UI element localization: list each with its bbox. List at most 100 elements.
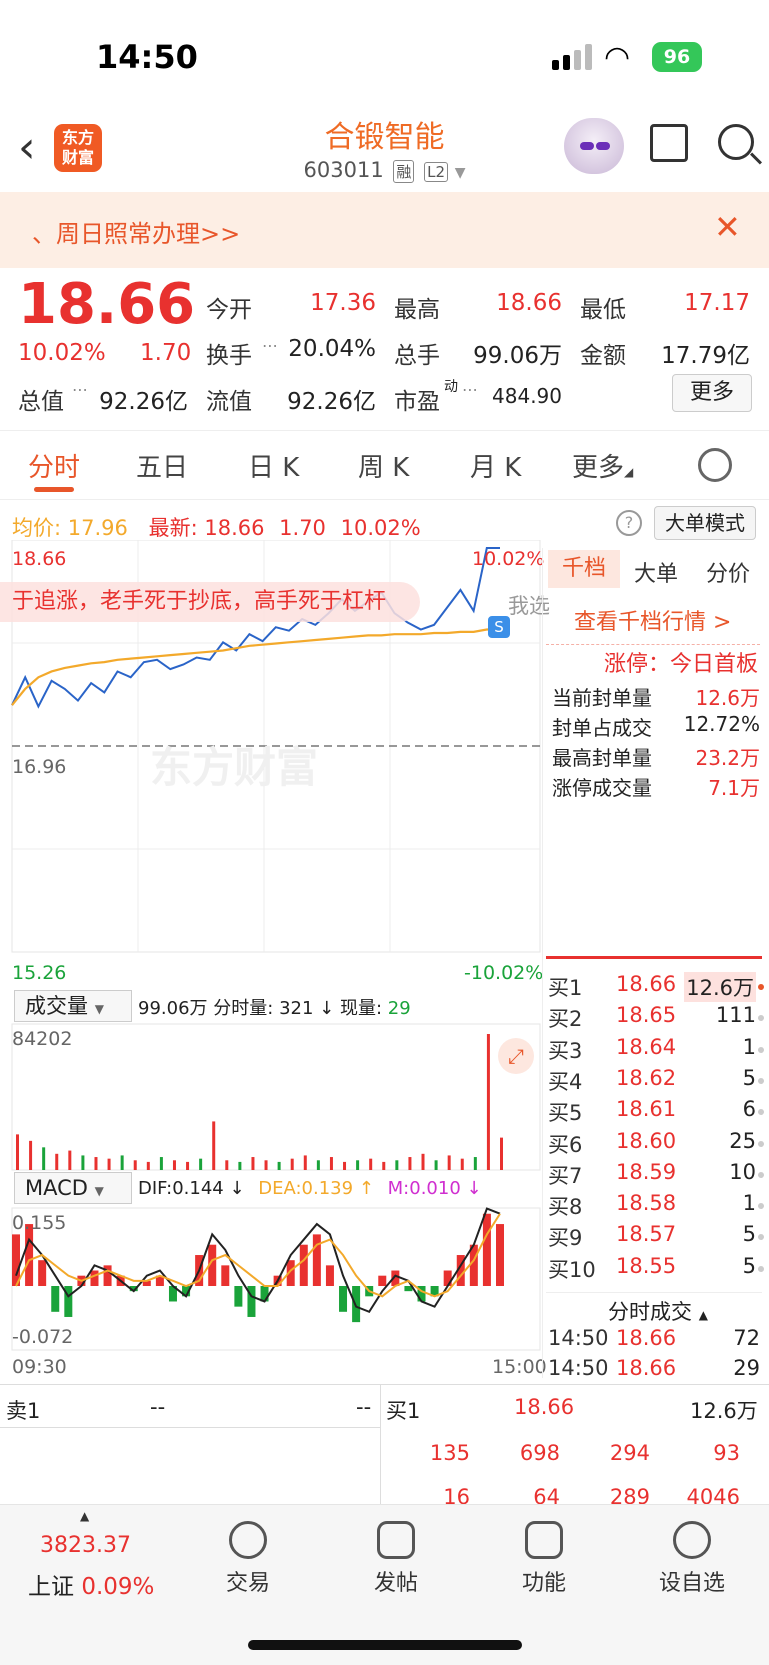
tab-big-order[interactable]: 大单 bbox=[634, 556, 678, 588]
latest-percent: 10.02% bbox=[340, 516, 421, 540]
tab-intraday[interactable]: 分时 bbox=[28, 447, 80, 484]
macd-select[interactable]: MACD ▼ bbox=[14, 1172, 132, 1204]
bid-row[interactable]: 买6 18.60 25 bbox=[548, 1129, 764, 1159]
depth-link[interactable]: 查看千档行情 > bbox=[574, 604, 731, 636]
post-button[interactable]: 发帖 bbox=[346, 1521, 446, 1597]
macd-bar bbox=[352, 1286, 361, 1323]
bid-row[interactable]: 买1 18.66 12.6万 bbox=[548, 972, 764, 1002]
info-icon[interactable]: ⋯ bbox=[262, 336, 278, 355]
more-button[interactable]: 更多 bbox=[672, 374, 752, 412]
volume-bar bbox=[94, 1157, 98, 1170]
volume-bar bbox=[421, 1153, 425, 1170]
bid-price: 18.62 bbox=[616, 1065, 677, 1090]
trade-volume: 29 bbox=[733, 1356, 760, 1380]
macd-bar bbox=[339, 1286, 348, 1312]
macd-bar bbox=[234, 1286, 243, 1307]
macd-bar bbox=[299, 1244, 308, 1286]
tab-five-day[interactable]: 五日 bbox=[136, 447, 188, 484]
expand-icon[interactable]: ⤢ bbox=[498, 1038, 534, 1074]
gear-icon[interactable] bbox=[698, 448, 732, 482]
low-value: 17.17 bbox=[684, 290, 750, 316]
bid-row[interactable]: 买3 18.64 1 bbox=[548, 1035, 764, 1065]
s-marker-icon[interactable]: S bbox=[488, 616, 510, 638]
x-axis-end: 15:00 bbox=[492, 1356, 547, 1378]
notice-text[interactable]: 、周日照常办理>> bbox=[32, 214, 240, 249]
stat-value: 23.2万 bbox=[695, 746, 760, 770]
tab-depth[interactable]: 千档 bbox=[548, 550, 620, 588]
bid-price: 18.55 bbox=[616, 1253, 677, 1278]
volume-bar bbox=[55, 1153, 59, 1170]
bid-label: 买5 bbox=[548, 1101, 583, 1126]
high-label: 最高 bbox=[394, 297, 440, 323]
sell-1-price: -- bbox=[150, 1395, 166, 1419]
index-name[interactable]: 上证 0.09% bbox=[28, 1567, 154, 1601]
bid-row[interactable]: 买5 18.61 6 bbox=[548, 1097, 764, 1127]
mktcap-value: 92.26亿 bbox=[99, 389, 188, 415]
period-tabs: 分时 五日 日 K 周 K 月 K 更多◢ bbox=[0, 430, 769, 500]
bid-volume: 6 bbox=[742, 1097, 756, 1122]
search-icon[interactable] bbox=[718, 124, 754, 160]
tab-daily-k[interactable]: 日 K bbox=[248, 447, 299, 484]
volume-bar bbox=[225, 1160, 229, 1170]
dropdown-icon[interactable]: ▼ bbox=[455, 165, 466, 181]
bid-row[interactable]: 买2 18.65 111 bbox=[548, 1003, 764, 1033]
pct-axis-bottom: -10.02% bbox=[464, 962, 544, 984]
notice-banner[interactable]: 、周日照常办理>> ✕ bbox=[0, 192, 769, 268]
intraday-chart[interactable]: 东方财富 bbox=[0, 540, 548, 1370]
bid-row[interactable]: 买10 18.55 5 bbox=[548, 1254, 764, 1284]
index-value[interactable]: 3823.37 bbox=[40, 1533, 131, 1558]
trades-header[interactable]: 分时成交 ▲ bbox=[608, 1296, 708, 1326]
volume-bar bbox=[447, 1155, 451, 1170]
big-order-mode-button[interactable]: 大单模式 bbox=[654, 506, 756, 540]
volume-select[interactable]: 成交量 ▼ bbox=[14, 990, 132, 1022]
tab-more[interactable]: 更多◢ bbox=[572, 447, 633, 484]
volume-bar bbox=[434, 1160, 438, 1170]
price-line bbox=[11, 547, 500, 709]
bid-row[interactable]: 买4 18.62 5 bbox=[548, 1066, 764, 1096]
bid-price: 18.66 bbox=[616, 972, 677, 996]
limit-up-label: 涨停：今日首板 bbox=[604, 652, 759, 677]
buy-1-label: 买1 bbox=[386, 1399, 421, 1423]
bid-row[interactable]: 买8 18.58 1 bbox=[548, 1191, 764, 1221]
share-icon[interactable] bbox=[650, 124, 688, 162]
volume-bar bbox=[408, 1157, 412, 1170]
assistant-robot-icon[interactable] bbox=[564, 118, 624, 174]
trade-button[interactable]: 交易 bbox=[198, 1521, 298, 1597]
stat-label: 涨停成交量 bbox=[552, 776, 652, 800]
volume-bar bbox=[382, 1161, 386, 1170]
y-axis-top: 18.66 bbox=[12, 548, 67, 570]
tab-monthly-k[interactable]: 月 K bbox=[470, 447, 521, 484]
active-tab-indicator bbox=[34, 487, 74, 492]
ticker-side[interactable]: 我选 bbox=[508, 590, 550, 620]
tab-price-dist[interactable]: 分价 bbox=[706, 556, 750, 588]
bid-label: 买3 bbox=[548, 1038, 583, 1063]
macd-bar bbox=[496, 1224, 504, 1286]
close-icon[interactable]: ✕ bbox=[714, 208, 741, 246]
help-icon[interactable]: ? bbox=[616, 510, 642, 536]
stat-label: 最高封单量 bbox=[552, 746, 652, 770]
info-icon[interactable]: ⋯ bbox=[462, 380, 478, 399]
level2-tag: L2 bbox=[424, 162, 448, 182]
bid-volume: 111 bbox=[715, 1003, 756, 1028]
bid-row[interactable]: 买9 18.57 5 bbox=[548, 1222, 764, 1252]
dot-icon bbox=[758, 1234, 764, 1241]
add-watchlist-button[interactable]: 设自选 bbox=[642, 1521, 742, 1597]
volume-bar bbox=[146, 1161, 150, 1170]
ticker-banner[interactable]: 于追涨，老手死于抄底，高手死于杠杆 bbox=[0, 582, 420, 622]
dot-icon bbox=[758, 1140, 764, 1147]
bid-label: 买1 bbox=[548, 976, 583, 1000]
bid-price: 18.61 bbox=[616, 1097, 677, 1122]
volume-bar bbox=[16, 1134, 19, 1170]
tab-weekly-k[interactable]: 周 K bbox=[358, 447, 409, 484]
functions-button[interactable]: 功能 bbox=[494, 1521, 594, 1597]
dot-icon bbox=[758, 1203, 764, 1210]
bid-row[interactable]: 买7 18.59 10 bbox=[548, 1160, 764, 1190]
edit-icon bbox=[377, 1521, 415, 1559]
turnover-value: 20.04% bbox=[288, 336, 376, 362]
open-label: 今开 bbox=[206, 297, 252, 323]
dot-icon bbox=[758, 1046, 764, 1053]
pe-label: 市盈 bbox=[394, 389, 440, 415]
signal-icon bbox=[552, 44, 594, 70]
macd-bar bbox=[378, 1275, 387, 1286]
amount-value: 17.79亿 bbox=[661, 343, 750, 369]
